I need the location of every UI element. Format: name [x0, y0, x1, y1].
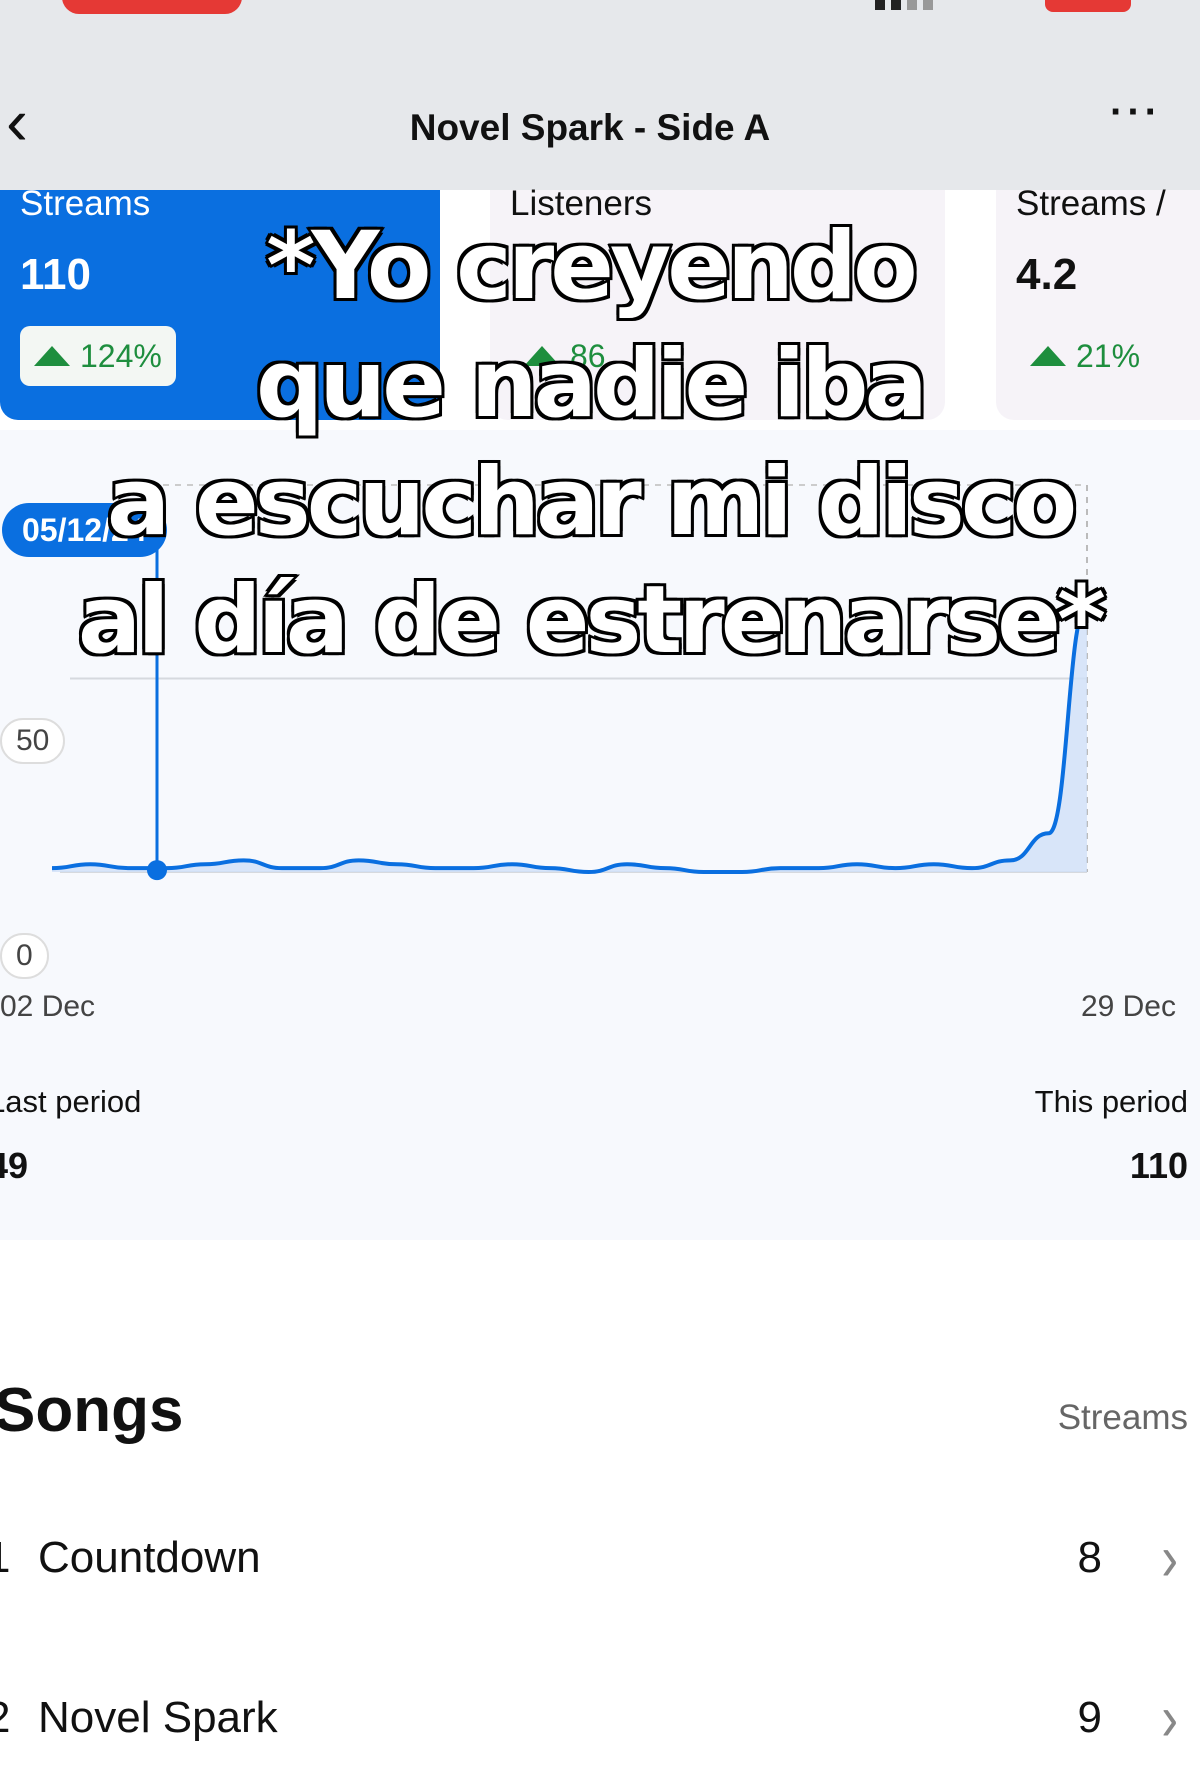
song-name: Countdown [38, 1533, 261, 1582]
caption-line: *Yo creyendo [264, 210, 921, 324]
song-row[interactable]: 1 Countdown 8 › [0, 1522, 1200, 1613]
this-period-label: This period [1034, 1084, 1188, 1119]
chevron-right-icon: › [1161, 1681, 1178, 1755]
streams-column-header: Streams [1057, 1398, 1188, 1437]
song-rank: 1 [0, 1533, 10, 1583]
song-streams: 9 [1077, 1693, 1102, 1742]
song-name: Novel Spark [38, 1693, 278, 1742]
x-tick-label: 02 Dec [0, 990, 96, 1023]
songs-heading: Songs [0, 1376, 184, 1445]
caption-line: a escuchar mi disco [104, 446, 1079, 560]
this-period-value: 110 [1129, 1145, 1188, 1186]
song-row[interactable]: 2 Novel Spark 9 › [0, 1682, 1200, 1773]
song-streams: 8 [1077, 1533, 1102, 1582]
caption-line: que nadie iba [254, 328, 931, 442]
chevron-right-icon: › [1161, 1521, 1178, 1595]
selected-point [147, 860, 167, 881]
x-tick-label: 29 Dec [1080, 990, 1176, 1023]
y-tick-label: 50 [0, 718, 66, 764]
last-period-label: Last period [0, 1084, 142, 1119]
last-period-value: 49 [0, 1145, 29, 1186]
caption-line: al día de estrenarse* [75, 564, 1108, 678]
song-rank: 2 [0, 1693, 10, 1743]
meme-caption: *Yo creyendo que nadie iba a escuchar mi… [0, 208, 1180, 680]
y-tick-label: 0 [0, 933, 49, 979]
